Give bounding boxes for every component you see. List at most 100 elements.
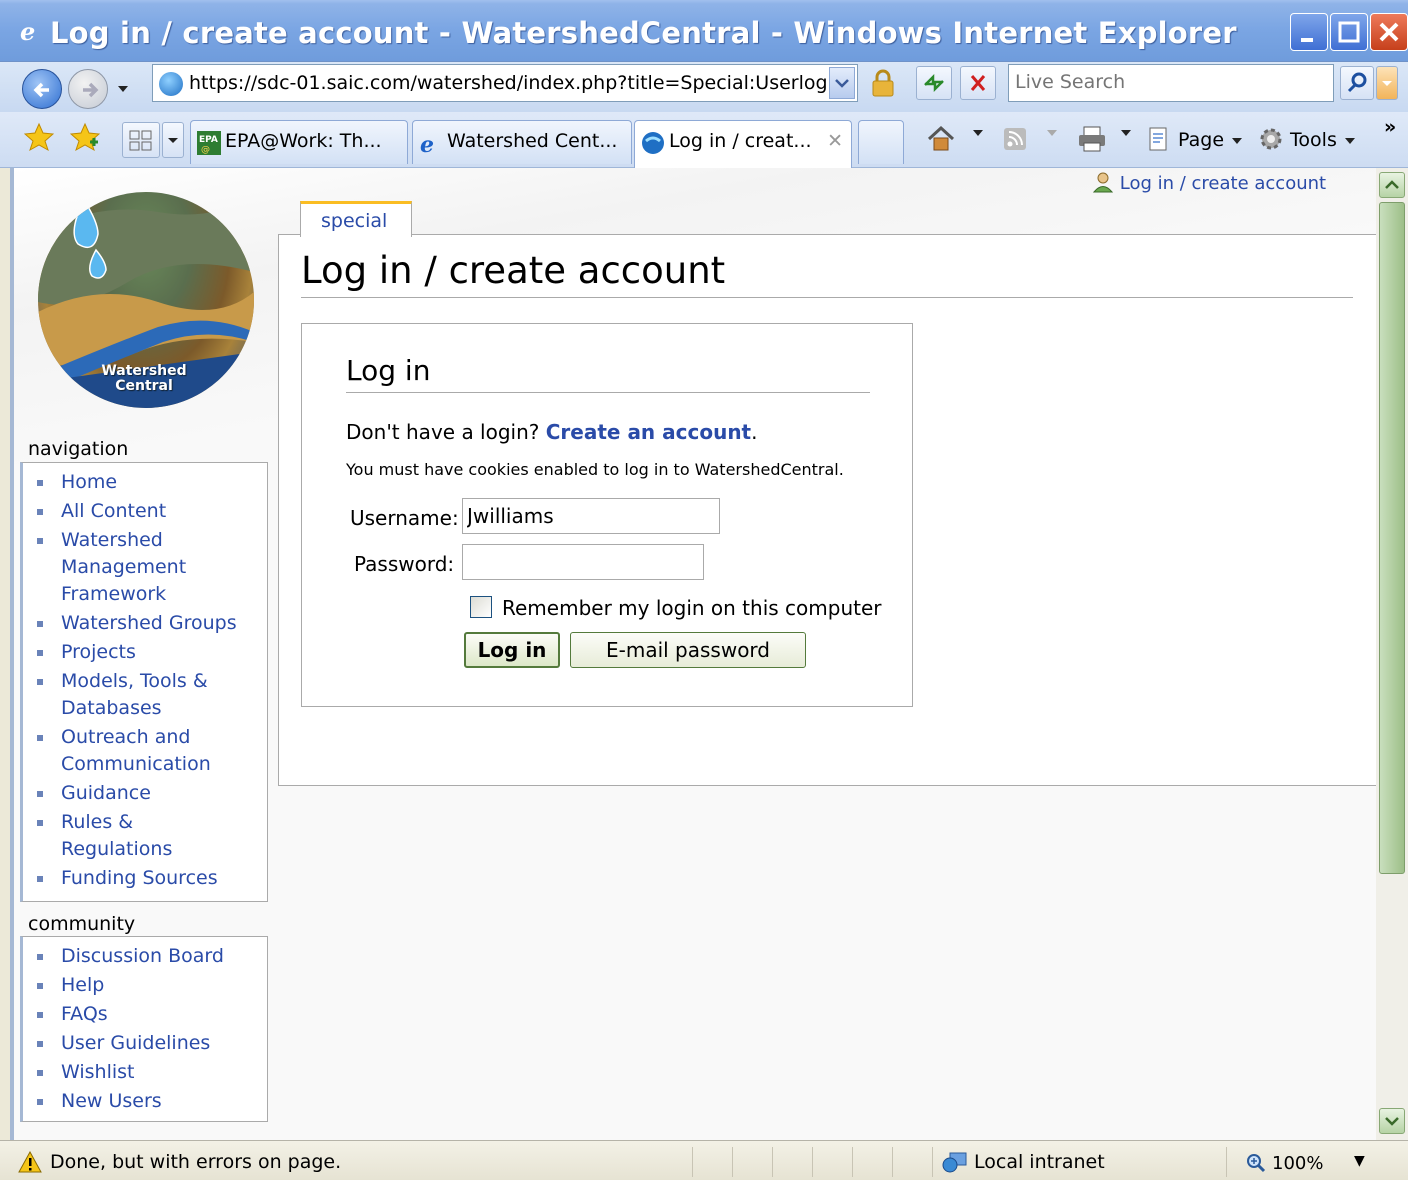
login-button[interactable]: Log in (464, 632, 560, 668)
svg-text:e: e (420, 132, 434, 155)
zoom-icon[interactable] (1246, 1153, 1266, 1173)
login-form: Log in Don't have a login? Create an acc… (301, 323, 913, 707)
zoom-level[interactable]: 100% (1272, 1153, 1323, 1174)
forward-arrow-icon (83, 82, 99, 98)
ie-icon: e (420, 132, 434, 155)
username-input[interactable] (462, 498, 720, 534)
nav-link-guidance[interactable]: Guidance (37, 780, 267, 807)
warning-icon[interactable] (18, 1151, 42, 1173)
community-link-user-guidelines[interactable]: User Guidelines (37, 1030, 267, 1057)
logo-text: Watershed Central (54, 364, 234, 394)
community-link-wishlist[interactable]: Wishlist (37, 1059, 267, 1086)
page-menu[interactable]: Page (1146, 126, 1244, 152)
nav-link-rules-regulations[interactable]: Rules & Regulations (37, 809, 181, 863)
email-password-button[interactable]: E-mail password (570, 632, 806, 668)
tab-log-in-active[interactable]: Log in / creat... ✕ (634, 120, 852, 168)
more-commands-chevron-icon[interactable]: » (1384, 116, 1396, 138)
feeds-icon[interactable] (1002, 126, 1028, 152)
page-title: Log in / create account (301, 249, 726, 292)
nav-link-watershed-groups[interactable]: Watershed Groups (37, 610, 267, 637)
svg-text:e: e (20, 18, 35, 44)
gear-icon (1260, 128, 1282, 150)
address-url[interactable]: https://sdc-01.saic.com/watershed/index.… (189, 72, 829, 94)
chevron-down-icon (1382, 81, 1392, 86)
community-portlet: Discussion Board Help FAQs User Guidelin… (20, 936, 268, 1122)
add-to-favorites-icon[interactable] (70, 122, 100, 152)
stop-button[interactable] (960, 66, 996, 100)
globe-icon (159, 72, 183, 96)
page-menu-label: Page (1178, 129, 1225, 151)
chevron-up-icon (1385, 180, 1399, 189)
no-login-prompt: Don't have a login? Create an account. (346, 420, 757, 444)
chevron-down-icon (168, 138, 178, 143)
chevron-down-icon[interactable] (1046, 128, 1058, 138)
nav-link-outreach-communication[interactable]: Outreach and Communication (37, 724, 221, 778)
scroll-up-button[interactable] (1379, 172, 1405, 198)
scroll-down-button[interactable] (1379, 1108, 1405, 1134)
nav-link-models-tools-databases[interactable]: Models, Tools & Databases (37, 668, 221, 722)
search-box[interactable] (1008, 64, 1334, 102)
maximize-button[interactable] (1330, 13, 1368, 51)
favorites-center-star-icon[interactable] (24, 122, 54, 152)
chevron-down-icon[interactable] (1120, 128, 1132, 138)
status-separator (732, 1147, 733, 1177)
navigation-heading: navigation (28, 438, 129, 460)
community-link-help[interactable]: Help (37, 972, 267, 999)
home-icon[interactable] (926, 124, 956, 154)
community-link-new-users[interactable]: New Users (37, 1088, 267, 1115)
tab-list-button[interactable] (162, 122, 184, 158)
nav-link-watershed-management-framework[interactable]: Watershed Management Framework (37, 527, 211, 608)
login-form-heading: Log in (346, 354, 431, 387)
minimize-button[interactable] (1290, 13, 1328, 51)
community-link-faqs[interactable]: FAQs (37, 1001, 267, 1028)
refresh-button[interactable] (916, 66, 952, 100)
page-viewport: Log in / create account Watershed Centra… (10, 168, 1408, 1140)
scrollbar-thumb[interactable] (1379, 202, 1405, 874)
lock-icon[interactable] (868, 68, 898, 98)
tab-watershed-central[interactable]: e Watershed Cent... (412, 120, 632, 164)
search-button[interactable] (1340, 66, 1374, 100)
search-input[interactable] (1009, 65, 1309, 99)
security-zone-text: Local intranet (974, 1151, 1105, 1173)
nav-link-home[interactable]: Home (37, 469, 267, 496)
ie-logo-icon: e (20, 18, 35, 44)
tab-label: Log in / creat... (669, 130, 812, 152)
address-dropdown-button[interactable] (829, 67, 855, 99)
history-dropdown-icon[interactable] (116, 84, 130, 94)
vertical-scrollbar[interactable] (1376, 168, 1408, 1140)
nav-link-projects[interactable]: Projects (37, 639, 267, 666)
status-separator (772, 1147, 773, 1177)
quick-tabs-button[interactable] (122, 122, 160, 158)
tools-menu[interactable]: Tools (1258, 126, 1357, 152)
address-bar[interactable]: https://sdc-01.saic.com/watershed/index.… (152, 64, 858, 102)
community-link-discussion-board[interactable]: Discussion Board (37, 943, 267, 970)
navigation-list: Home All Content Watershed Management Fr… (23, 463, 267, 892)
window-title: Log in / create account - WatershedCentr… (50, 16, 1237, 50)
create-account-link[interactable]: Create an account (546, 420, 751, 444)
stop-icon (970, 75, 986, 91)
username-label: Username: (350, 506, 459, 530)
remember-login-label[interactable]: Remember my login on this computer (502, 596, 881, 620)
print-icon[interactable] (1076, 124, 1108, 154)
search-options-button[interactable] (1376, 66, 1398, 100)
tab-label: Watershed Cent... (447, 130, 618, 152)
personal-login-link[interactable]: Log in / create account (1092, 171, 1326, 194)
back-button[interactable] (22, 69, 62, 109)
password-input[interactable] (462, 544, 704, 580)
tab-epa-at-work[interactable]: EPA @ EPA@Work: Th... (190, 120, 408, 164)
remember-login-checkbox[interactable] (470, 596, 492, 618)
tab-special[interactable]: special (300, 201, 412, 237)
forward-button[interactable] (68, 69, 108, 109)
nav-link-funding-sources[interactable]: Funding Sources (37, 865, 267, 892)
logo-text-line2: Central (115, 378, 173, 394)
window-title-bar[interactable]: e Log in / create account - WatershedCen… (0, 0, 1408, 62)
close-window-button[interactable] (1370, 13, 1408, 51)
nav-link-all-content[interactable]: All Content (37, 498, 267, 525)
zoom-dropdown-icon[interactable]: ▼ (1354, 1153, 1365, 1169)
chevron-down-icon[interactable] (972, 128, 984, 138)
cookies-note: You must have cookies enabled to log in … (346, 460, 844, 479)
close-tab-icon[interactable]: ✕ (827, 130, 843, 152)
login-heading-divider (346, 392, 870, 393)
status-separator (1226, 1147, 1227, 1177)
new-tab-button[interactable] (858, 120, 904, 164)
